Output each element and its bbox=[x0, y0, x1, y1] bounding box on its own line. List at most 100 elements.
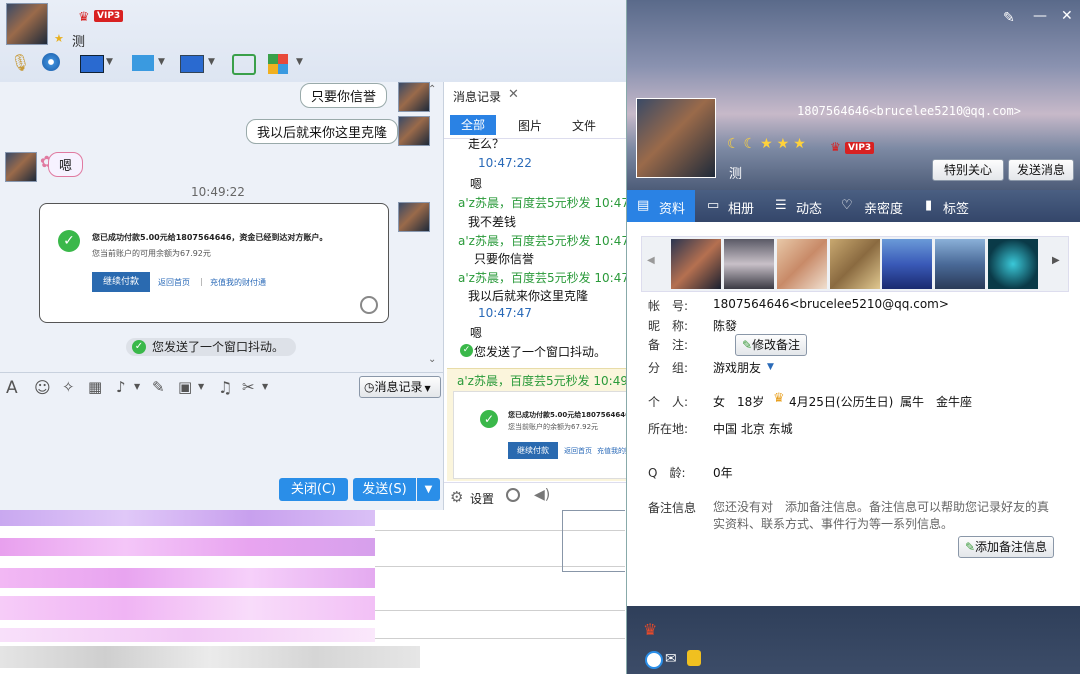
account-label: 帐 号: bbox=[648, 299, 689, 313]
photo-thumbnail[interactable] bbox=[935, 239, 985, 289]
history-sender: a'z苏晨，百度芸5元秒发 10:47 bbox=[458, 196, 627, 210]
zodiac-value: 属牛 bbox=[900, 395, 925, 409]
photo-thumbnail[interactable] bbox=[777, 239, 827, 289]
qq-penguin-icon[interactable]: ♛ bbox=[643, 620, 657, 639]
photo-thumbnail[interactable] bbox=[988, 239, 1038, 289]
edit-remark-button[interactable]: ✎修改备注 bbox=[735, 334, 807, 356]
message-bubble: 我以后就来你这里克隆 bbox=[246, 119, 399, 144]
tab-profile[interactable]: ▤ 资料 bbox=[627, 190, 695, 222]
profile-avatar[interactable] bbox=[636, 98, 716, 178]
chevron-left-icon[interactable]: ◀ bbox=[647, 255, 655, 266]
history-message: 我不差钱 bbox=[468, 215, 517, 229]
minimize-icon[interactable]: — bbox=[1033, 8, 1047, 24]
edit-icon[interactable]: ✎ bbox=[152, 378, 165, 396]
music-icon[interactable]: ♫ bbox=[218, 378, 232, 397]
message-history-button[interactable]: ◷消息记录 ▼ bbox=[359, 376, 441, 398]
chevron-down-icon[interactable]: ▼ bbox=[767, 362, 774, 372]
qzone-icon[interactable] bbox=[645, 651, 663, 669]
tab-files[interactable]: 文件 bbox=[572, 117, 596, 134]
remote-desktop-icon[interactable] bbox=[180, 55, 204, 73]
emoji-icon[interactable]: ☺ bbox=[34, 378, 51, 397]
photo-thumbnail[interactable] bbox=[671, 239, 721, 289]
history-continue-button[interactable]: 继续付款 bbox=[508, 442, 558, 459]
special-care-button[interactable]: 特别关心 bbox=[932, 159, 1004, 181]
scissors-icon[interactable]: ✂ bbox=[242, 378, 255, 396]
close-icon[interactable]: ✕ bbox=[1061, 8, 1073, 24]
chevron-down-icon[interactable]: ▼ bbox=[106, 57, 113, 67]
vip-badge: VIP3 bbox=[845, 142, 875, 154]
group-value[interactable]: 游戏朋友 bbox=[713, 359, 761, 376]
location-value: 中国 北京 东城 bbox=[713, 422, 793, 436]
add-note-button[interactable]: ✎添加备注信息 bbox=[958, 536, 1054, 558]
contact-avatar[interactable] bbox=[5, 152, 37, 182]
search-icon[interactable] bbox=[506, 488, 520, 502]
chevron-down-icon[interactable]: ▼ bbox=[158, 57, 165, 67]
font-icon[interactable]: A bbox=[6, 378, 18, 398]
wallet-icon[interactable] bbox=[687, 650, 701, 666]
tab-feed[interactable]: 动态 bbox=[796, 198, 822, 217]
self-avatar[interactable] bbox=[398, 116, 430, 146]
send-options-dropdown[interactable]: ▼ bbox=[417, 478, 440, 501]
photo-thumbnail[interactable] bbox=[830, 239, 880, 289]
tab-album[interactable]: 相册 bbox=[728, 198, 754, 217]
qage-value: 0年 bbox=[713, 466, 733, 480]
clock-icon: ◷ bbox=[364, 380, 375, 394]
history-home-link[interactable]: 返回首页 bbox=[564, 446, 592, 456]
star-icon: ★ bbox=[54, 32, 64, 45]
chevron-down-icon[interactable]: ▼ bbox=[296, 57, 303, 67]
close-button[interactable]: 关闭(C) bbox=[279, 478, 348, 501]
send-file-icon[interactable] bbox=[132, 55, 154, 71]
speaker-icon[interactable]: ◀) bbox=[534, 487, 550, 503]
profile-tabs: ▤ 资料 ▭ 相册 ☰ 动态 ♡ 亲密度 ▮ 标签 bbox=[627, 190, 1080, 222]
video-call-icon[interactable] bbox=[42, 53, 60, 71]
tab-tags[interactable]: 标签 bbox=[943, 198, 969, 217]
apps-icon[interactable] bbox=[268, 54, 288, 74]
skin-icon[interactable]: ✎ bbox=[1003, 10, 1015, 26]
screen-share-icon[interactable] bbox=[80, 55, 104, 73]
penguin-icon: ♛ bbox=[830, 140, 841, 154]
send-button[interactable]: 发送(S) bbox=[353, 478, 416, 501]
message-input[interactable] bbox=[0, 402, 443, 478]
recharge-link[interactable]: 充值我的财付通 bbox=[210, 277, 266, 288]
gear-icon[interactable]: ⚙ bbox=[450, 488, 463, 506]
history-sender: a'z苏晨，百度芸5元秒发 10:49 bbox=[457, 374, 628, 388]
photo-thumbnail[interactable] bbox=[882, 239, 932, 289]
chevron-down-icon[interactable]: ▼ bbox=[208, 57, 215, 67]
mail-icon[interactable]: ✉ bbox=[665, 651, 677, 667]
chevron-right-icon[interactable]: ▶ bbox=[1052, 255, 1060, 266]
settings-label[interactable]: 设置 bbox=[470, 490, 494, 507]
screenshot-icon[interactable]: ▦ bbox=[88, 378, 102, 396]
create-discussion-icon[interactable] bbox=[232, 54, 256, 75]
zoom-icon[interactable] bbox=[360, 296, 378, 314]
contact-avatar[interactable] bbox=[6, 3, 48, 45]
history-message: 我以后就来你这里克隆 bbox=[468, 289, 589, 303]
tab-intimacy[interactable]: 亲密度 bbox=[864, 198, 903, 217]
image-icon[interactable]: ▣ bbox=[178, 378, 192, 396]
microphone-icon[interactable]: 🎙 bbox=[10, 53, 30, 72]
contact-name[interactable]: 测 bbox=[72, 31, 85, 50]
profile-footer: ♛ ✉ bbox=[627, 606, 1080, 674]
home-link[interactable]: 返回首页 bbox=[158, 277, 190, 288]
edit-remark-label: 修改备注 bbox=[752, 338, 801, 352]
photo-thumbnail[interactable] bbox=[724, 239, 774, 289]
magic-icon[interactable]: ✧ bbox=[62, 378, 75, 396]
close-icon[interactable]: ✕ bbox=[508, 87, 519, 102]
send-message-button[interactable]: 发送消息 bbox=[1008, 159, 1074, 181]
chevron-down-icon[interactable]: ▼ bbox=[198, 382, 204, 391]
message-bubble: 嗯 bbox=[48, 152, 84, 177]
scroll-up-icon[interactable]: ⌃ bbox=[428, 84, 436, 95]
continue-payment-button[interactable]: 继续付款 bbox=[92, 272, 150, 292]
chevron-down-icon[interactable]: ▼ bbox=[262, 382, 268, 391]
message-area: 只要你信誉 ⌃ 我以后就来你这里克隆 ✿ 嗯 10:49:22 ✓ 您已成功付款… bbox=[0, 82, 443, 372]
voice-message-icon[interactable]: ♪ bbox=[116, 378, 126, 396]
tab-all[interactable]: 全部 bbox=[450, 115, 496, 135]
history-message: 嗯 bbox=[470, 177, 483, 191]
tab-images[interactable]: 图片 bbox=[518, 117, 542, 134]
location-label: 所在地: bbox=[648, 422, 689, 436]
scroll-down-icon[interactable]: ⌄ bbox=[428, 354, 436, 365]
self-avatar[interactable] bbox=[398, 202, 430, 232]
chevron-down-icon[interactable]: ▼ bbox=[134, 382, 140, 391]
redacted-block bbox=[0, 510, 375, 526]
payment-balance: 您当前账户的可用余额为67.92元 bbox=[92, 249, 211, 258]
self-avatar[interactable] bbox=[398, 82, 430, 112]
